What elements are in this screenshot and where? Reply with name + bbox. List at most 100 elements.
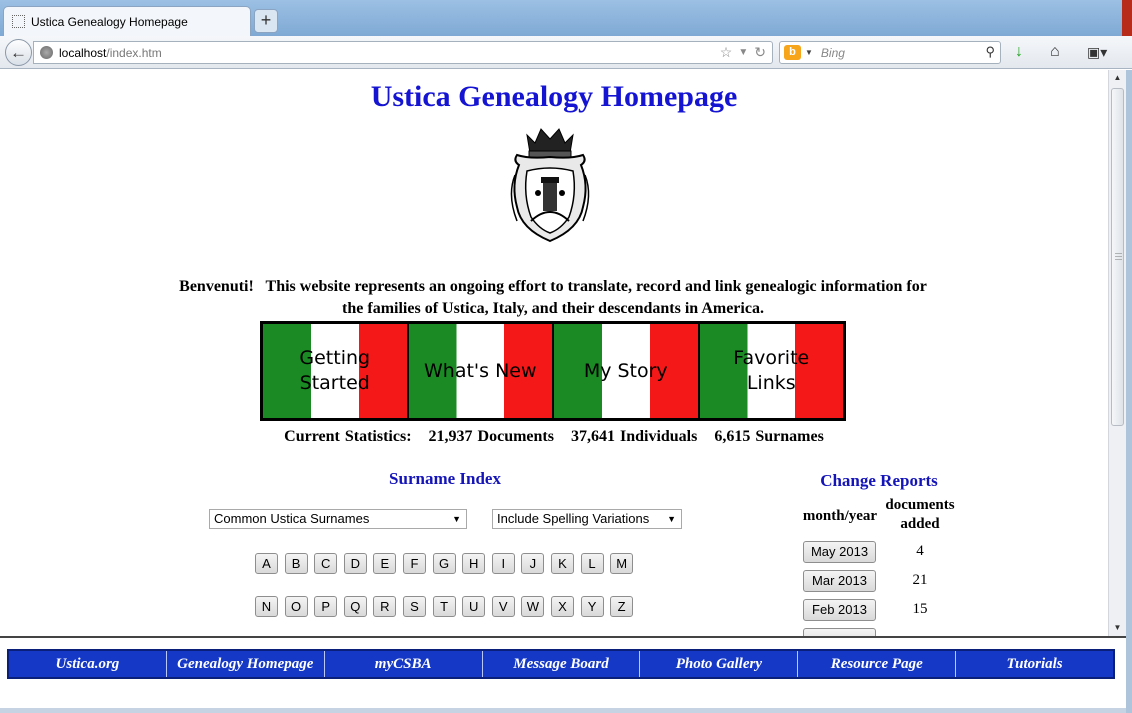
download-arrow-icon[interactable]: ↓ [1015,43,1023,61]
letter-button-o[interactable]: O [284,596,308,617]
letter-button-m[interactable]: M [610,553,634,574]
nav-box-label: Getting [299,347,371,369]
col-added-line: added [900,516,940,532]
new-tab-button[interactable]: + [254,9,278,33]
letter-button-p[interactable]: P [314,596,338,617]
letter-button-w[interactable]: W [521,596,545,617]
flag-nav-boxes: Getting Started What's New My Story Favor… [260,321,846,421]
page-favicon-icon [12,15,25,28]
reload-icon[interactable]: ↻ [754,44,766,62]
browser-tab-title: Ustica Genealogy Homepage [31,14,188,29]
bing-engine-icon[interactable]: b [784,45,801,60]
window-edge [1126,70,1132,713]
search-engine-caret-icon[interactable]: ▼ [805,48,813,57]
search-input[interactable]: Bing [821,46,845,60]
bottom-nav-message-board[interactable]: Message Board [483,651,641,677]
home-icon[interactable]: ⌂ [1050,43,1060,61]
stats-label: Current Statistics: [284,428,412,445]
search-bar[interactable]: b ▼ Bing ⚲ [779,41,1001,64]
ustica-crest-logo [510,128,590,243]
report-feb-2013-button[interactable]: Feb 2013 [803,599,876,621]
letter-button-x[interactable]: X [550,596,574,617]
change-reports-title: Change Reports [820,471,938,490]
nav-box-label: Started [299,372,370,394]
letter-button-z[interactable]: Z [610,596,634,617]
browser-nav-bar: ← localhost/index.htm ☆ ▼ ↻ b ▼ Bing ⚲ ↓… [0,36,1132,69]
bottom-nav-photo-gallery[interactable]: Photo Gallery [640,651,799,677]
col-month-year: month/year [802,508,878,524]
nav-box-label: My Story [583,359,668,382]
page-title: Ustica Genealogy Homepage [370,80,738,113]
letter-button-t[interactable]: T [432,596,456,617]
welcome-line-2: the families of Ustica, Italy, and their… [342,300,764,317]
col-documents-line: documents [885,497,955,513]
browser-tab-bar: Ustica Genealogy Homepage + [0,0,1132,36]
report-mar-2013-button[interactable]: Mar 2013 [803,570,876,592]
nav-box-label: What's New [423,359,537,382]
letter-button-n[interactable]: N [255,596,278,617]
report-may-2013-button[interactable]: May 2013 [803,541,876,563]
letter-button-e[interactable]: E [373,553,397,574]
letter-button-b[interactable]: B [284,553,308,574]
letter-button-k[interactable]: K [550,553,574,574]
letter-button-c[interactable]: C [314,553,338,574]
letter-button-q[interactable]: Q [343,596,367,617]
col-documents-added: documents added [880,496,960,534]
stats-surnames: 6,615 Surnames [714,428,824,445]
bottom-nav-ustica-org[interactable]: Ustica.org [9,651,167,677]
letter-button-a[interactable]: A [255,553,278,574]
surname-index-title: Surname Index [389,469,501,488]
dropdown-caret-icon[interactable]: ▼ [738,44,748,62]
bottom-nav-genealogy-homepage[interactable]: Genealogy Homepage [167,651,325,677]
vertical-scrollbar[interactable]: ▲ — — — ▼ [1108,70,1126,636]
back-arrow-icon[interactable]: ← [5,39,32,66]
window-close-edge [1122,0,1132,36]
whats-new-link[interactable]: What's New [408,324,552,418]
favorite-links-link[interactable]: Favorite Links [699,324,843,418]
letter-button-s[interactable]: S [402,596,426,617]
getting-started-link[interactable]: Getting Started [263,324,407,418]
star-icon[interactable]: ☆ [720,44,733,62]
addon-menu-icon[interactable]: ▣▾ [1087,43,1107,61]
browser-tab[interactable]: Ustica Genealogy Homepage [3,6,251,36]
spelling-variations-select[interactable]: Include Spelling Variations ▼ [492,509,682,529]
report-count: 15 [912,601,928,617]
bottom-nav-tutorials[interactable]: Tutorials [956,651,1113,677]
letter-button-r[interactable]: R [373,596,397,617]
my-story-link[interactable]: My Story [554,324,698,418]
report-next-button-partial[interactable] [803,628,876,636]
letter-button-f[interactable]: F [402,553,426,574]
current-statistics: Current Statistics: 21,937 Documents 37,… [0,428,1108,446]
stats-individuals: 37,641 Individuals [570,428,698,445]
chevron-down-icon: ▼ [452,514,461,524]
letter-button-u[interactable]: U [462,596,486,617]
letter-row-n-z: NOPQRSTUVWXYZ [255,596,640,617]
nav-box-label: Favorite [733,347,810,369]
letter-button-l[interactable]: L [580,553,604,574]
bottom-nav-bar: Ustica.org Genealogy Homepage myCSBA Messag… [7,649,1115,679]
url-path: /index.htm [106,45,162,60]
scroll-down-arrow-icon[interactable]: ▼ [1109,620,1126,636]
magnifier-icon[interactable]: ⚲ [985,44,995,60]
letter-button-j[interactable]: J [521,553,545,574]
letter-button-g[interactable]: G [432,553,456,574]
letter-button-v[interactable]: V [491,596,515,617]
site-identity-globe-icon [40,46,53,59]
letter-button-y[interactable]: Y [580,596,604,617]
letter-button-h[interactable]: H [462,553,486,574]
stats-documents: 21,937 Documents [428,428,554,445]
nav-box-label: Links [746,372,796,394]
letter-row-a-m: ABCDEFGHIJKLM [255,553,640,574]
scroll-up-arrow-icon[interactable]: ▲ [1109,70,1126,86]
url-host: localhost [59,45,107,60]
surname-list-select[interactable]: Common Ustica Surnames ▼ [209,509,467,529]
letter-button-i[interactable]: I [491,553,515,574]
address-bar[interactable]: localhost/index.htm ☆ ▼ ↻ [33,41,773,64]
select-value: Common Ustica Surnames [214,511,370,526]
letter-button-d[interactable]: D [343,553,367,574]
report-count: 4 [916,543,924,559]
select-value: Include Spelling Variations [497,511,650,526]
bottom-nav-mycsba[interactable]: myCSBA [325,651,483,677]
bottom-nav-resource-page[interactable]: Resource Page [798,651,957,677]
scrollbar-thumb[interactable]: — — — [1111,88,1124,426]
